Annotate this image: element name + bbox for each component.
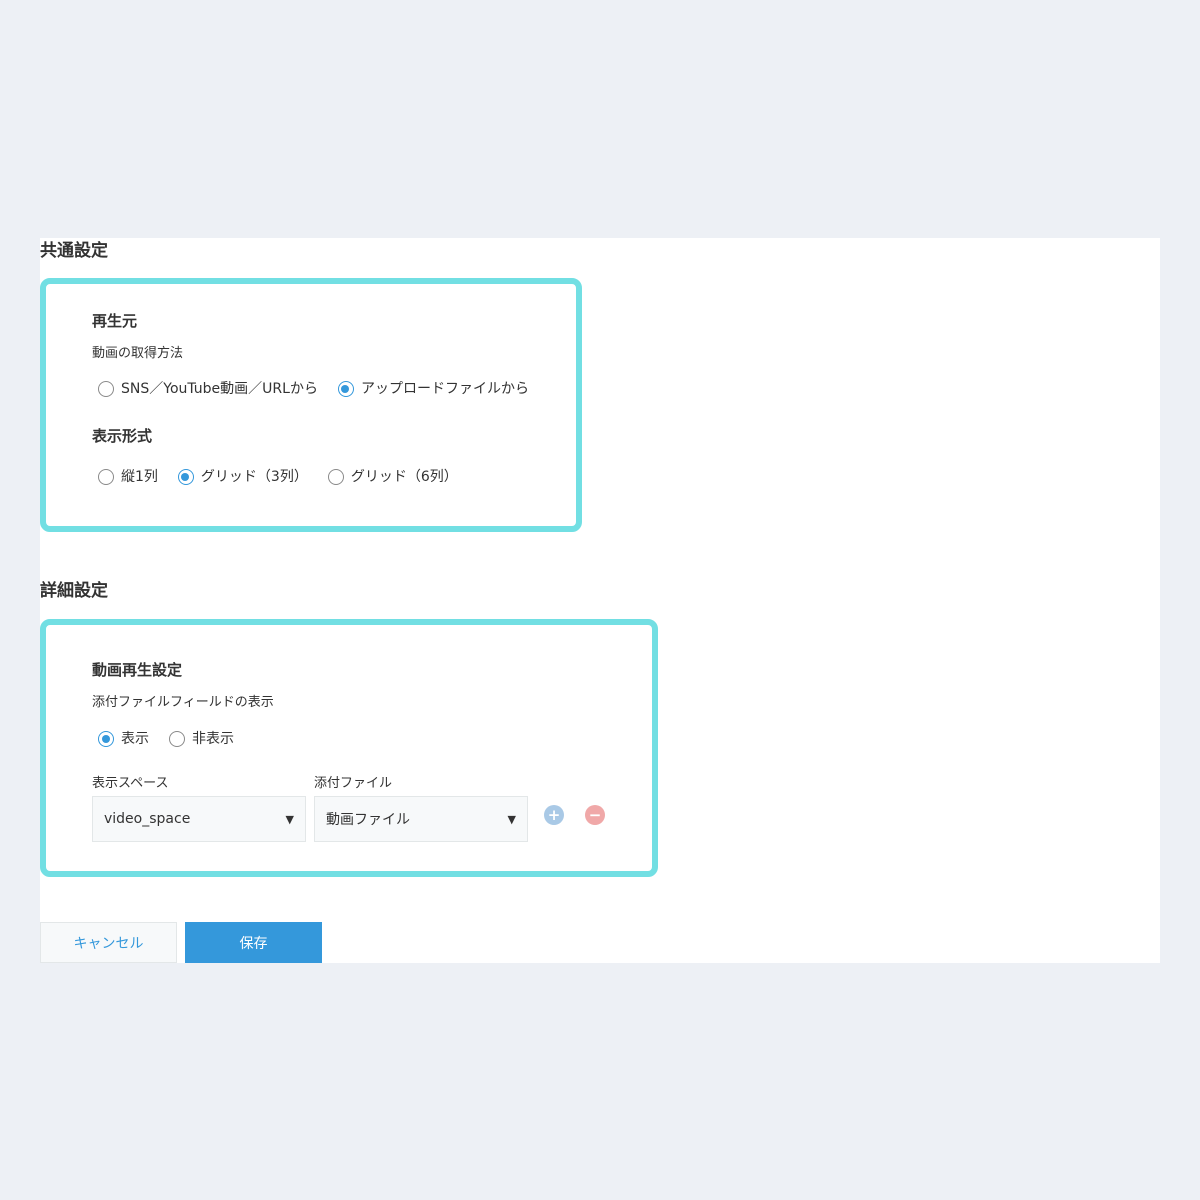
radio-source-upload[interactable]: アップロードファイルから bbox=[337, 380, 529, 398]
radio-label: アップロードファイルから bbox=[360, 381, 529, 397]
radio-checked-icon[interactable] bbox=[337, 381, 354, 397]
radio-label: グリッド（3列） bbox=[200, 469, 308, 485]
radio-display-grid3[interactable]: グリッド（3列） bbox=[177, 468, 308, 486]
space-label: 表示スペース bbox=[92, 776, 169, 791]
radio-label: 非表示 bbox=[192, 731, 234, 747]
radio-label: 縦1列 bbox=[121, 469, 158, 485]
radio-display-grid6[interactable]: グリッド（6列） bbox=[327, 468, 458, 486]
file-label: 添付ファイル bbox=[314, 776, 393, 791]
radio-hide[interactable]: 非表示 bbox=[169, 730, 234, 748]
radio-label: SNS／YouTube動画／URLから bbox=[121, 381, 318, 397]
radio-source-sns[interactable]: SNS／YouTube動画／URLから bbox=[98, 380, 318, 398]
source-radio-group: SNS／YouTube動画／URLから アップロードファイルから bbox=[98, 380, 549, 398]
dropdown-arrow-icon: ▼ bbox=[507, 812, 516, 826]
video-settings-title: 動画再生設定 bbox=[92, 661, 183, 679]
radio-circle-icon[interactable] bbox=[98, 381, 114, 397]
save-button[interactable]: 保存 bbox=[185, 922, 322, 963]
radio-circle-icon[interactable] bbox=[169, 731, 185, 747]
radio-show[interactable]: 表示 bbox=[98, 730, 149, 748]
field-display-radio-group: 表示 非表示 bbox=[98, 730, 254, 748]
space-select-value: video_space bbox=[104, 811, 191, 827]
file-select-value: 動画ファイル bbox=[326, 812, 410, 828]
radio-label: 表示 bbox=[121, 731, 149, 747]
add-row-icon[interactable]: + bbox=[544, 805, 564, 825]
radio-circle-icon[interactable] bbox=[98, 469, 114, 485]
space-select[interactable]: video_space ▼ bbox=[92, 796, 306, 842]
radio-checked-icon[interactable] bbox=[177, 469, 194, 485]
radio-display-single[interactable]: 縦1列 bbox=[98, 468, 158, 486]
detail-settings-title: 詳細設定 bbox=[40, 581, 108, 601]
remove-row-icon[interactable]: − bbox=[585, 805, 605, 825]
radio-checked-icon[interactable] bbox=[98, 731, 114, 747]
radio-label: グリッド（6列） bbox=[350, 469, 458, 485]
common-settings-box: 再生元 動画の取得方法 SNS／YouTube動画／URLから アップロードファ… bbox=[40, 278, 582, 532]
common-settings-title: 共通設定 bbox=[40, 241, 108, 261]
field-display-label: 添付ファイルフィールドの表示 bbox=[92, 695, 274, 710]
file-select[interactable]: 動画ファイル ▼ bbox=[314, 796, 528, 842]
dropdown-arrow-icon: ▼ bbox=[285, 812, 294, 826]
display-title: 表示形式 bbox=[92, 427, 153, 445]
detail-settings-box: 動画再生設定 添付ファイルフィールドの表示 表示 非表示 表示スペース 添付ファ… bbox=[40, 619, 658, 877]
settings-panel: 共通設定 再生元 動画の取得方法 SNS／YouTube動画／URLから アップ… bbox=[40, 238, 1160, 963]
cancel-button[interactable]: キャンセル bbox=[40, 922, 177, 963]
display-radio-group: 縦1列 グリッド（3列） グリッド（6列） bbox=[98, 468, 478, 486]
source-title: 再生元 bbox=[92, 312, 138, 330]
radio-circle-icon[interactable] bbox=[327, 469, 344, 485]
method-label: 動画の取得方法 bbox=[92, 346, 184, 361]
